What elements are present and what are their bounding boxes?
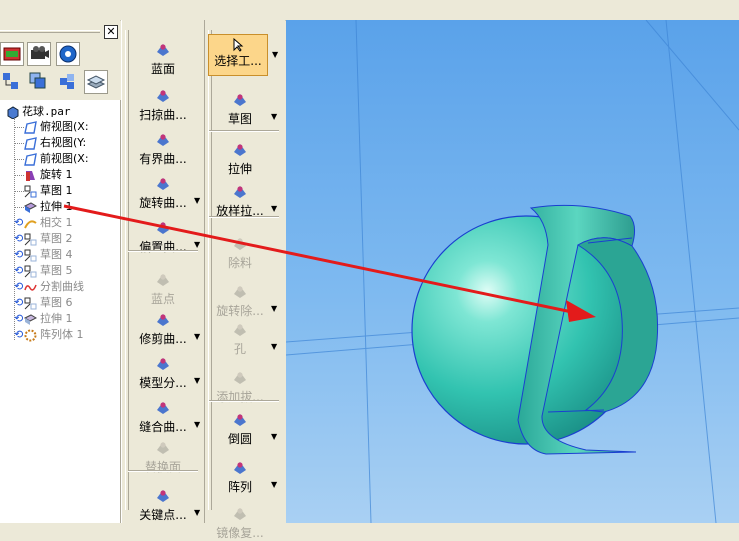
ribbon-button-label: 镜像复... bbox=[216, 526, 264, 540]
annotation-arrow bbox=[63, 204, 596, 322]
